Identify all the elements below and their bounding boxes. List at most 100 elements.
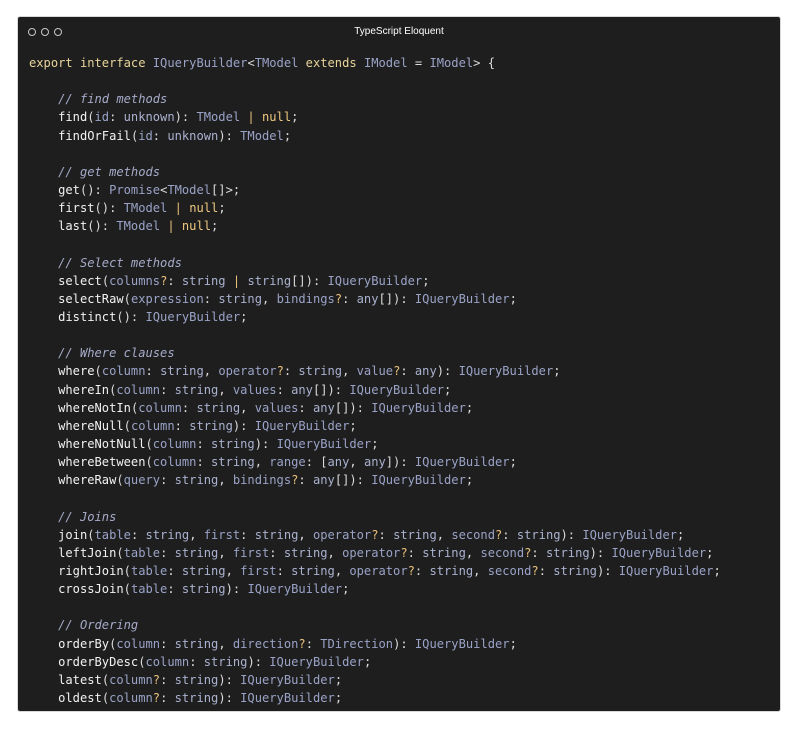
code-token: join [58,527,88,542]
code-token: IModel [429,56,474,70]
code-token: ; [240,309,248,324]
code-token: : [269,545,284,560]
code-token: ; [218,201,226,216]
code-token: whereNull [58,418,124,433]
code-token: : [160,545,175,560]
code-token: query [123,473,161,488]
code-token: []>; [211,182,241,197]
code-token: ): [218,690,241,705]
code-token: ): [254,436,277,451]
code-token: values [254,400,299,415]
code-token: ; [371,436,379,451]
code-token: ; [334,690,343,705]
code-token: ): [218,128,241,143]
code-line: // find methods [29,90,721,108]
code-token: []): [334,473,372,488]
code-token: ( [145,436,153,451]
code-token: string [553,563,597,578]
code-line: // Ordering [29,616,721,634]
code-token: : [160,473,175,488]
code-token: // find methods [58,92,168,107]
code-token: ( [101,672,110,687]
code-token: ): [393,636,415,651]
code-token: ; [211,219,219,234]
code-token: , [218,636,233,651]
code-token: , [342,364,357,379]
code-token: ; [465,400,474,415]
code-token: ; [509,291,517,306]
code-token: TModel [254,56,299,70]
code-token: ; [465,473,474,488]
code-token: string [203,654,248,669]
code-token: : [181,400,197,415]
code-token: string [211,455,255,470]
code-token: ; [706,545,714,560]
code-token: IQueryBuilder [371,473,466,488]
code-token: IQueryBuilder [327,273,423,288]
code-token: : [298,400,313,415]
code-token: | [167,201,190,216]
code-token: TModel [116,219,161,234]
code-line: select(columns?: string | string[]): IQu… [29,272,721,290]
code-token: ? [152,672,161,687]
code-token: expression [130,291,204,306]
code-token: : [152,128,168,143]
code-token: : [189,654,204,669]
code-token: ( [94,364,102,379]
code-token: : [167,582,182,597]
code-token: , [254,455,270,470]
code-token: : [196,436,212,451]
code-token: , [436,527,452,542]
code-token: whereBetween [58,455,146,470]
code-line: latest(column?: string): IQueryBuilder; [29,671,721,689]
code-token: null [181,219,212,234]
code-token: // Ordering [58,618,139,633]
code-token: bindings [232,473,292,488]
code-token: ; [291,110,299,125]
code-token: ( [87,527,95,542]
code-line: find(id: unknown): TModel | null; [29,108,721,126]
code-token: , [334,563,350,578]
code-token: column [101,364,146,379]
code-window: TypeScript Eloquent export interface IQu… [17,16,781,712]
code-token: ( [123,582,131,597]
code-token: TModel [123,201,168,216]
code-token: ? [407,563,415,578]
code-token: string [429,563,474,578]
code-token: string [196,400,241,415]
code-token: , [298,527,313,542]
code-token: rightJoin [58,563,124,578]
code-token: IQueryBuilder [371,400,466,415]
code-token: column [138,400,182,415]
code-token: : [196,455,212,470]
code-line: get(): Promise<TModel[]>; [29,181,721,199]
code-token: , [189,527,204,542]
code-token: unknown [167,128,219,143]
code-token: > { [473,56,495,70]
code-token: column [130,418,175,433]
code-line: leftJoin(table: string, first: string, o… [29,544,721,562]
code-token: IQueryBuilder [611,545,707,560]
code-token: string [422,545,466,560]
code-token: ; [334,672,343,687]
code-token: : [109,110,124,125]
code-token: table [130,582,168,597]
code-token: column [116,382,161,397]
code-token: , [240,400,255,415]
code-token: ): [436,364,459,379]
code-line: // Select methods [29,254,721,272]
code-token: ; [342,582,350,597]
code-token: string [545,545,590,560]
code-token: string [189,418,233,433]
